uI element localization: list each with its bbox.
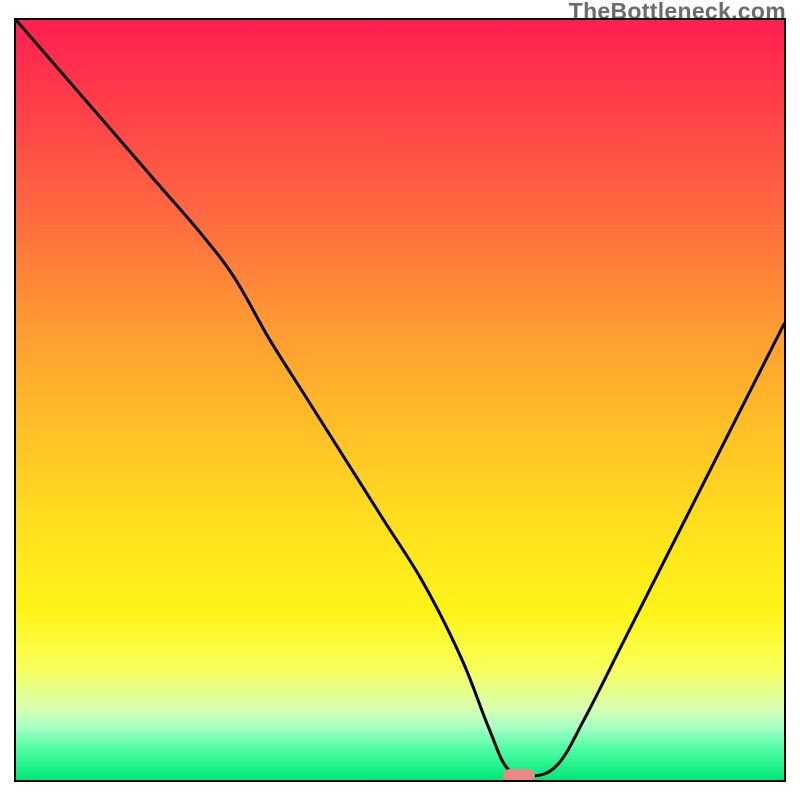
- bottleneck-curve-line: [16, 20, 784, 777]
- curve-svg: [16, 20, 784, 780]
- optimal-marker: [503, 769, 535, 782]
- bottleneck-chart: TheBottleneck.com: [0, 0, 800, 800]
- plot-area: [14, 18, 786, 782]
